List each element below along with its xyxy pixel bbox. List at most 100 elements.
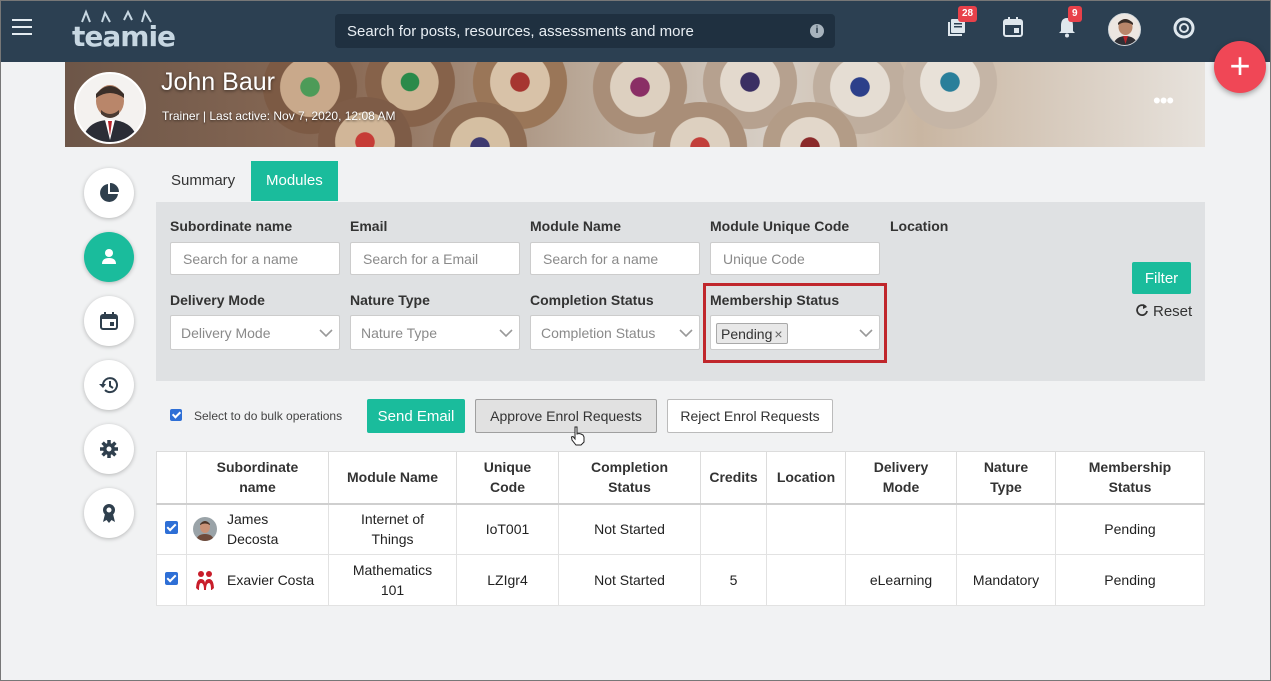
subordinate-name-link[interactable]: Exavier Costa <box>227 570 314 590</box>
chevron-down-icon <box>319 329 333 338</box>
header-completion-status[interactable]: Completion Status <box>558 451 701 505</box>
row-checkbox[interactable] <box>165 521 178 535</box>
side-calendar-button[interactable] <box>84 296 134 346</box>
person-icon <box>102 249 116 264</box>
header-credits[interactable]: Credits <box>700 451 767 505</box>
unique-code-cell: IoT001 <box>456 503 559 555</box>
membership-status-chip: Pending × <box>716 323 788 344</box>
membership-status-select[interactable]: Pending × <box>710 315 880 350</box>
header-module-name[interactable]: Module Name <box>328 451 457 505</box>
subordinate-name-cell: Exavier Costa <box>186 554 329 606</box>
filter-panel: Subordinate name Email Module Name Modul… <box>156 202 1205 381</box>
side-profile-button[interactable] <box>84 232 134 282</box>
calendar-icon <box>100 312 118 330</box>
header-subordinate-name[interactable]: Subordinate name <box>186 451 329 505</box>
menu-icon[interactable] <box>12 19 32 37</box>
nature-type-cell: Mandatory <box>956 554 1056 606</box>
help-nav-button[interactable] <box>1172 16 1198 42</box>
more-options-icon[interactable]: ••• <box>1153 88 1174 114</box>
logo-text: teamie <box>72 20 176 53</box>
top-navbar: teamie i 28 9 <box>0 0 1271 62</box>
tab-modules[interactable]: Modules <box>251 161 338 201</box>
reset-label: Reset <box>1153 303 1193 320</box>
nature-type-cell <box>956 503 1056 555</box>
side-settings-button[interactable] <box>84 424 134 474</box>
membership-status-cell: Pending <box>1055 554 1205 606</box>
reset-link[interactable]: Reset <box>1135 303 1192 320</box>
completion-status-cell: Not Started <box>558 503 701 555</box>
credits-cell <box>700 503 767 555</box>
chevron-down-icon <box>679 329 693 338</box>
subordinate-name-cell: James Decosta <box>186 503 329 555</box>
search-input[interactable] <box>335 14 795 48</box>
email-input[interactable] <box>350 242 520 275</box>
delivery-mode-cell <box>845 503 957 555</box>
subordinate-name-input[interactable] <box>170 242 340 275</box>
nature-type-select[interactable]: Nature Type <box>350 315 520 350</box>
notifications-badge: 9 <box>1068 6 1082 22</box>
profile-subtitle: Trainer | Last active: Nov 7, 2020, 12:0… <box>162 109 396 123</box>
default-avatar-icon <box>193 568 217 592</box>
module-name-cell: Mathematics 101 <box>328 554 457 606</box>
module-name-input[interactable] <box>530 242 700 275</box>
profile-banner: John Baur Trainer | Last active: Nov 7, … <box>65 62 1205 147</box>
delivery-mode-label: Delivery Mode <box>170 292 265 308</box>
profile-photo <box>76 74 144 142</box>
teamie-logo[interactable]: teamie <box>68 6 176 53</box>
row-select-cell <box>156 554 187 606</box>
header-unique-code[interactable]: Unique Code <box>456 451 559 505</box>
header-nature-type[interactable]: Nature Type <box>956 451 1056 505</box>
nature-type-placeholder: Nature Type <box>361 325 438 341</box>
completion-status-select[interactable]: Completion Status <box>530 315 700 350</box>
chip-label: Pending <box>721 326 773 342</box>
user-avatar[interactable] <box>1108 13 1141 46</box>
unique-code-label: Module Unique Code <box>710 218 850 234</box>
user-avatar <box>193 568 217 592</box>
posts-nav-button[interactable]: 28 <box>946 6 978 42</box>
calendar-icon <box>1003 17 1023 37</box>
table-row: James Decosta Internet of Things IoT001 No… <box>156 503 1205 555</box>
completion-status-cell: Not Started <box>558 554 701 606</box>
posts-badge: 28 <box>958 6 978 22</box>
tab-summary[interactable]: Summary <box>156 161 250 201</box>
remove-chip-icon[interactable]: × <box>774 326 782 342</box>
calendar-nav-button[interactable] <box>1002 16 1028 42</box>
gear-icon <box>100 440 118 458</box>
chevron-down-icon <box>859 329 873 338</box>
bulk-select-checkbox[interactable] <box>170 409 182 421</box>
location-label: Location <box>890 218 949 234</box>
subordinate-name-link[interactable]: James Decosta <box>227 509 278 549</box>
row-select-cell <box>156 503 187 555</box>
delivery-mode-select[interactable]: Delivery Mode <box>170 315 340 350</box>
location-cell <box>766 554 846 606</box>
chevron-down-icon <box>499 329 513 338</box>
reject-enrol-requests-button[interactable]: Reject Enrol Requests <box>667 399 833 433</box>
completion-status-label: Completion Status <box>530 292 654 308</box>
approve-enrol-requests-button[interactable]: Approve Enrol Requests <box>475 399 657 433</box>
create-button[interactable]: + <box>1214 41 1266 93</box>
header-delivery-mode[interactable]: Delivery Mode <box>845 451 957 505</box>
user-photo <box>1109 14 1140 45</box>
credits-cell: 5 <box>700 554 767 606</box>
header-select <box>156 451 187 505</box>
lifebuoy-icon <box>1173 17 1195 39</box>
side-badges-button[interactable] <box>84 488 134 538</box>
header-membership-status[interactable]: Membership Status <box>1055 451 1205 505</box>
info-icon[interactable]: i <box>810 24 824 38</box>
filter-button[interactable]: Filter <box>1132 262 1191 294</box>
side-dashboard-button[interactable] <box>84 168 134 218</box>
send-email-button[interactable]: Send Email <box>367 399 465 433</box>
notifications-nav-button[interactable]: 9 <box>1056 6 1082 42</box>
user-photo <box>193 517 217 542</box>
profile-avatar <box>74 72 146 144</box>
unique-code-input[interactable] <box>710 242 880 275</box>
membership-status-cell: Pending <box>1055 503 1205 555</box>
bulk-select-label: Select to do bulk operations <box>194 409 343 423</box>
header-location[interactable]: Location <box>766 451 846 505</box>
row-checkbox[interactable] <box>165 572 178 585</box>
members-table: Subordinate name Module Name Unique Code C… <box>156 451 1205 606</box>
side-history-button[interactable] <box>84 360 134 410</box>
banner-pencil <box>895 62 1005 137</box>
global-search: i <box>335 14 835 48</box>
nature-type-label: Nature Type <box>350 292 430 308</box>
